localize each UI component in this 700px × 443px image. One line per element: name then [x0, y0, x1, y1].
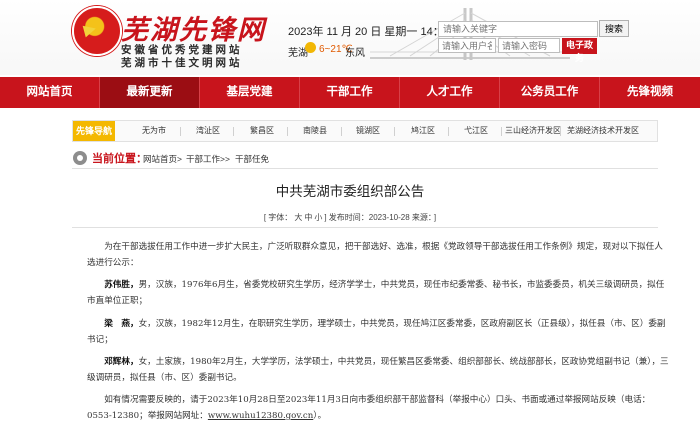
- candidate-paragraph: 邓辉林，女，土家族，1980年2月生，大学学历，法学硕士，中共党员，现任繁昌区委…: [87, 354, 671, 386]
- candidate-paragraph: 梁 燕，女，汉族，1982年12月生，在职研究生学历，理学硕士，中共党员，现任鸠…: [87, 316, 671, 348]
- meta-end: ]: [433, 213, 437, 222]
- guide-link-fanchang[interactable]: 繁昌区: [250, 121, 274, 141]
- guide-link-wanzhi[interactable]: 湾沚区: [196, 121, 220, 141]
- candidate-name: 苏伟胜，: [104, 280, 139, 290]
- guide-link-econ-tech-zone[interactable]: 芜湖经济技术开发区: [567, 121, 639, 141]
- guide-divider: [501, 127, 502, 136]
- site-header: 芜湖先锋网 安徽省优秀党建网站 芜湖市十佳文明网站 2023年 11 月 20 …: [0, 0, 700, 75]
- guide-link-jinghu[interactable]: 镜湖区: [356, 121, 380, 141]
- breadcrumb-cadre-work[interactable]: 干部工作>>: [186, 153, 230, 165]
- candidate-name: 邓辉林，: [104, 357, 139, 367]
- site-subtitle-2: 芜湖市十佳文明网站: [121, 57, 243, 69]
- font-size-large[interactable]: 大: [294, 213, 302, 222]
- font-size-label: [ 字体：: [263, 213, 293, 222]
- candidate-name: 梁 燕，: [104, 319, 139, 329]
- guide-divider: [448, 127, 449, 136]
- font-size-medium[interactable]: 中: [304, 213, 312, 222]
- nav-item-party-building[interactable]: 基层党建: [200, 77, 300, 108]
- guide-divider: [560, 127, 561, 136]
- guide-link-yijiang[interactable]: 弋江区: [464, 121, 488, 141]
- e-government-button[interactable]: 电子政务: [562, 38, 597, 63]
- guide-link-jiujiang[interactable]: 鸠江区: [411, 121, 435, 141]
- guide-label: 先锋导航: [73, 121, 115, 141]
- guide-link-sanshan[interactable]: 三山经济开发区: [505, 121, 561, 141]
- guide-link-nanling[interactable]: 南陵县: [303, 121, 327, 141]
- candidate-details: 女，土家族，1980年2月生，大学学历，法学硕士，中共党员，现任繁昌区委常委、组…: [87, 357, 669, 383]
- report-website-link[interactable]: www.wuhu12380.gov.cn: [208, 411, 313, 421]
- guide-divider: [233, 127, 234, 136]
- contact-text: 如有情况需要反映的，请于2023年10月28日至2023年11月3日向市委组织部…: [87, 395, 651, 421]
- article-intro-paragraph: 为在干部选拔任用工作中进一步扩大民主，广泛听取群众意见，把干部选好、选准，根据《…: [87, 242, 663, 268]
- username-field[interactable]: [438, 38, 496, 53]
- font-size-small[interactable]: 小: [314, 213, 322, 222]
- breadcrumb-label: 当前位置：: [92, 153, 147, 165]
- nav-item-video[interactable]: 先锋视频: [600, 77, 700, 108]
- guide-divider: [180, 127, 181, 136]
- nav-item-cadre-work[interactable]: 干部工作: [300, 77, 400, 108]
- sun-icon: [305, 42, 316, 53]
- candidate-details: 男，汉族，1976年6月生，省委党校研究生学历，经济学学士，中共党员，现任市纪委…: [87, 280, 665, 306]
- search-input[interactable]: [438, 21, 598, 37]
- breadcrumb-home[interactable]: 网站首页>: [143, 153, 182, 165]
- guide-link-wuwei[interactable]: 无为市: [142, 121, 166, 141]
- password-field[interactable]: [498, 38, 560, 53]
- breadcrumb-current[interactable]: 干部任免: [235, 153, 269, 165]
- weather-wind: 东风: [345, 48, 365, 59]
- nav-item-civil-servant[interactable]: 公务员工作: [500, 77, 600, 108]
- guide-divider: [394, 127, 395, 136]
- article-title: 中共芜湖市委组织部公告: [275, 184, 425, 199]
- publish-info: ] 发布时间：2023-10-28 来源：: [324, 213, 432, 222]
- divider: [72, 227, 658, 228]
- guide-bar: 先锋导航 无为市 湾沚区 繁昌区 南陵县 镜湖区 鸠江区 弋江区 三山经济开发区…: [72, 120, 658, 142]
- guide-divider: [341, 127, 342, 136]
- divider: [72, 168, 658, 169]
- guide-divider: [287, 127, 288, 136]
- article-meta: [ 字体：大中小] 发布时间：2023-10-28 来源：]: [0, 212, 700, 223]
- nav-item-talent-work[interactable]: 人才工作: [400, 77, 500, 108]
- candidate-paragraph: 苏伟胜，男，汉族，1976年6月生，省委党校研究生学历，经济学学士，中共党员，现…: [87, 277, 671, 309]
- main-nav: 网站首页 最新更新 基层党建 干部工作 人才工作 公务员工作 先锋视频: [0, 77, 700, 108]
- contact-end: ）。: [313, 411, 327, 421]
- nav-item-home[interactable]: 网站首页: [0, 77, 100, 108]
- contact-paragraph: 如有情况需要反映的，请于2023年10月28日至2023年11月3日向市委组织部…: [87, 392, 671, 424]
- party-emblem-logo: [72, 6, 122, 56]
- nav-item-latest[interactable]: 最新更新: [100, 77, 200, 108]
- location-icon: [73, 151, 87, 165]
- candidate-details: 女，汉族，1982年12月生，在职研究生学历，理学硕士，中共党员，现任鸠江区委常…: [87, 319, 666, 345]
- search-button[interactable]: 搜索: [599, 20, 629, 37]
